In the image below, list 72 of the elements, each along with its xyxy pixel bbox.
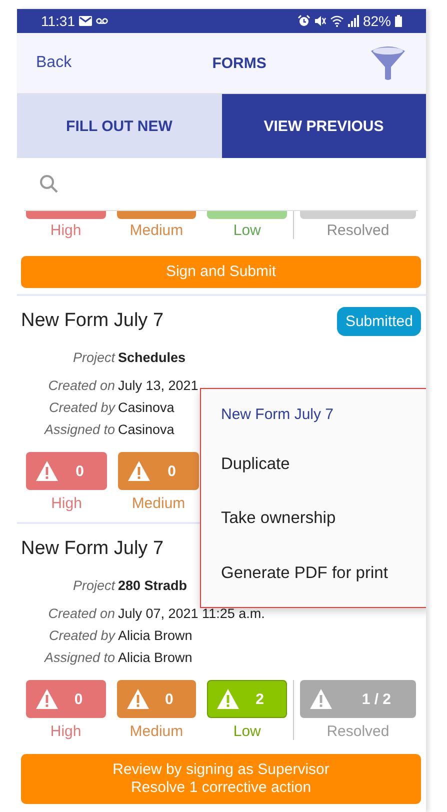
detail-value: Alicia Brown (118, 650, 192, 664)
severity-tile[interactable]: 1 / 2 (300, 680, 416, 718)
warning-icon (35, 688, 59, 710)
mail-icon (79, 16, 92, 26)
severity-tile[interactable]: 0 (118, 452, 199, 490)
battery-icon (395, 15, 402, 27)
filter-icon[interactable] (370, 45, 406, 81)
detail-label: Assigned to (43, 650, 116, 664)
voicemail-icon (96, 18, 108, 24)
detail-label: Project (72, 350, 116, 364)
tile-label: High (51, 495, 82, 512)
form-title: New Form July 7 (21, 538, 164, 560)
mute-icon (314, 15, 326, 27)
severity-tile[interactable]: 2 (207, 680, 287, 718)
menu-item[interactable]: Duplicate (201, 437, 426, 492)
detail-value: Casinova (118, 400, 174, 414)
tile-count: 0 (164, 690, 174, 708)
alarm-icon (298, 15, 310, 27)
detail-label: Created on (47, 606, 116, 620)
severity-tile[interactable]: 0 (116, 680, 196, 718)
detail-value: 280 Stradb (118, 578, 188, 592)
tab[interactable]: VIEW PREVIOUS (222, 94, 426, 158)
detail-value: July 07, 2021 11:25 a.m. (118, 606, 265, 620)
wifi-icon (330, 15, 344, 27)
warning-icon (126, 688, 150, 710)
tile-count: 0 (168, 462, 177, 480)
tile-count: 0 (76, 462, 85, 480)
detail-label: Assigned to (43, 422, 116, 436)
tile-label: Low (233, 222, 261, 239)
detail-label: Created on (47, 378, 116, 392)
severity-tile[interactable] (116, 211, 196, 219)
back-button[interactable]: Back (29, 50, 79, 76)
tile-label: High (50, 723, 82, 740)
warning-icon (308, 688, 333, 710)
search-icon (39, 174, 59, 194)
severity-tile[interactable] (300, 211, 416, 219)
menu-item[interactable]: Take ownership (201, 492, 426, 546)
tile-label: Medium (132, 495, 186, 512)
tile-label: High (50, 222, 82, 239)
tile-count: 0 (74, 690, 84, 708)
detail-value: July 13, 2021 (118, 378, 198, 392)
menu-item[interactable]: Generate PDF for print (201, 546, 426, 600)
tile-count: 1 / 2 (362, 690, 392, 708)
form-title: New Form July 7 (21, 310, 164, 332)
warning-icon (127, 460, 151, 482)
tile-label: Medium (130, 222, 184, 239)
tile-label: Medium (130, 723, 184, 740)
signal-icon (348, 15, 359, 27)
detail-label: Created by (48, 400, 116, 414)
action-button[interactable]: Review by signing as Supervisor Resolve 1 corrective action (21, 754, 421, 804)
severity-tile[interactable]: 0 (26, 680, 106, 718)
tile-label: Low (233, 723, 261, 740)
status-badge: Submitted (337, 306, 421, 336)
tile-label: Resolved (326, 723, 390, 740)
tile-count: 2 (256, 690, 265, 708)
warning-icon (35, 460, 59, 482)
warning-icon (216, 688, 240, 710)
tile-label: Resolved (326, 222, 390, 239)
detail-label: Created by (48, 628, 116, 642)
page-title: FORMS (212, 54, 266, 72)
menu-title: New Form July 7 (220, 405, 335, 425)
severity-tile[interactable]: 0 (26, 452, 107, 490)
detail-label: Project (72, 578, 116, 592)
detail-value: Alicia Brown (118, 628, 192, 642)
status-time: 11:31 (41, 13, 75, 29)
severity-tile[interactable] (207, 211, 287, 219)
action-button[interactable]: Sign and Submit (21, 256, 421, 288)
severity-tile[interactable] (26, 211, 106, 219)
battery-percent: 82% (362, 13, 391, 29)
tab[interactable]: FILL OUT NEW (17, 94, 222, 158)
detail-value: Schedules (118, 350, 186, 364)
detail-value: Casinova (118, 422, 174, 436)
